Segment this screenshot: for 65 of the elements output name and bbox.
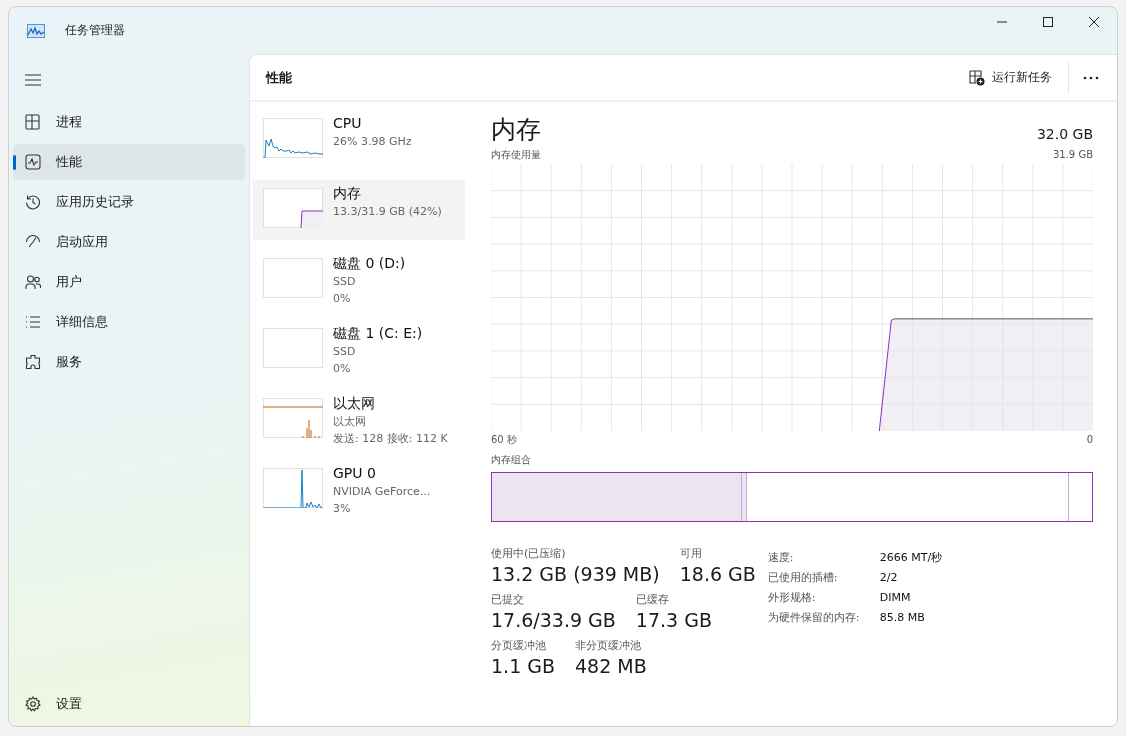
time-end-label: 0	[1086, 433, 1093, 447]
page-title: 性能	[266, 68, 293, 87]
chart-max-label: 31.9 GB	[1052, 148, 1093, 162]
puzzle-icon	[25, 354, 41, 370]
maximize-icon	[1043, 17, 1053, 27]
total-memory: 32.0 GB	[1036, 126, 1093, 142]
composition-label: 内存组合	[491, 453, 532, 467]
nav-item[interactable]: 性能	[13, 144, 245, 180]
nav-item[interactable]: 进程	[13, 104, 245, 140]
list-icon	[25, 314, 41, 330]
stat-value: 13.2 GB (939 MB)	[491, 562, 660, 586]
stat-label: 已提交	[491, 592, 525, 608]
sparkline-thumbnail	[263, 258, 323, 298]
nav-item[interactable]: 启动应用	[13, 224, 245, 260]
stat-value: 18.6 GB	[679, 562, 756, 586]
memory-title: 内存	[491, 114, 541, 146]
close-icon	[1089, 17, 1099, 27]
stat-label: 可用	[679, 546, 703, 562]
time-start-label: 60 秒	[491, 433, 517, 447]
grid-icon	[25, 114, 41, 130]
spec-label: 外形规格:	[767, 590, 817, 606]
nav-item[interactable]: 用户	[13, 264, 245, 300]
stat-value: 1.1 GB	[491, 654, 555, 678]
settings-item[interactable]: 设置	[13, 686, 245, 722]
menu-icon	[25, 74, 41, 86]
stat-label: 已缓存	[635, 592, 670, 608]
nav-item[interactable]: 应用历史记录	[13, 184, 245, 220]
more-icon	[1083, 75, 1099, 80]
sparkline-thumbnail	[263, 188, 323, 228]
history-icon	[25, 194, 41, 210]
spec-label: 速度:	[767, 550, 795, 566]
stat-value: 17.3 GB	[635, 608, 712, 632]
device-item[interactable]: 磁盘 0 (D:) SSD 0%	[253, 250, 465, 310]
stat-label: 分页缓冲池	[491, 638, 547, 654]
sparkline-thumbnail	[263, 398, 323, 438]
spec-value: 85.8 MB	[879, 610, 926, 626]
window-title: 任务管理器	[65, 22, 125, 39]
nav-item[interactable]: 详细信息	[13, 304, 245, 340]
settings-icon	[25, 696, 41, 712]
sparkline-thumbnail	[263, 468, 323, 508]
stat-label: 非分页缓冲池	[575, 638, 642, 654]
chart-icon	[27, 23, 45, 38]
sparkline-thumbnail	[263, 118, 323, 158]
new-task-icon	[969, 69, 985, 86]
device-item[interactable]: CPU 26% 3.98 GHz	[253, 110, 465, 170]
stat-value: 482 MB	[575, 654, 647, 678]
run-new-task-button[interactable]: 运行新任务	[959, 63, 1062, 92]
spec-label: 已使用的插槽:	[767, 570, 839, 586]
stat-label: 使用中(已压缩)	[491, 546, 567, 562]
spec-value: 2666 MT/秒	[879, 550, 943, 566]
spec-label: 为硬件保留的内存:	[767, 610, 861, 626]
minimize-icon	[997, 21, 1007, 23]
spec-value: 2/2	[879, 570, 899, 586]
device-item[interactable]: GPU 0 NVIDIA GeForce... 3%	[253, 460, 465, 520]
pulse-icon	[25, 154, 41, 170]
users-icon	[25, 274, 41, 290]
sparkline-thumbnail	[263, 328, 323, 368]
gauge-icon	[25, 234, 41, 250]
stat-value: 17.6/33.9 GB	[491, 608, 616, 632]
device-item[interactable]: 磁盘 1 (C: E:) SSD 0%	[253, 320, 465, 380]
chart-label: 内存使用量	[491, 148, 541, 162]
spec-value: DIMM	[879, 590, 912, 606]
device-item[interactable]: 内存 13.3/31.9 GB (42%)	[253, 180, 465, 240]
device-item[interactable]: 以太网 以太网 发送: 128 接收: 112 K	[253, 390, 465, 450]
nav-item[interactable]: 服务	[13, 344, 245, 380]
